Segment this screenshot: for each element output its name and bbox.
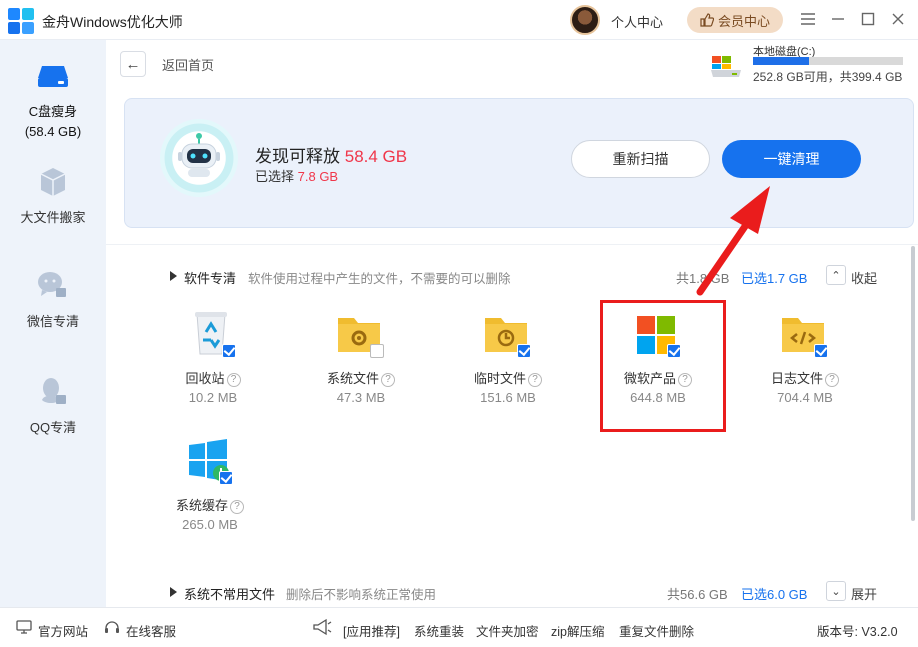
section-header-system-unused: 系统不常用文件 删除后不影响系统正常使用 共56.6 GB 已选6.0 GB ⌄… [170,581,890,603]
footer-link-zip[interactable]: zip解压缩 [551,621,604,640]
official-website-link[interactable]: 官方网站 [38,621,88,640]
vip-center-button[interactable]: 会员中心 [687,7,783,33]
sidebar-item-label: 大文件搬家 [20,210,86,225]
bottom-bar: 官方网站 在线客服 [应用推荐] 系统重装 文件夹加密 zip解压缩 重复文件删… [0,607,918,647]
sidebar-item-c-drive-slim[interactable]: C盘瘦身 (58.4 GB) [0,58,106,139]
selected-summary: 已选择 7.8 GB [255,166,338,185]
file-item-name: 回收站? [158,368,268,387]
robot-icon [160,119,238,197]
menu-icon[interactable] [798,9,818,29]
title-bar: 金舟Windows优化大师 个人中心 会员中心 [0,0,918,40]
section-desc: 软件使用过程中产生的文件，不需要的可以删除 [248,272,511,286]
triangle-right-icon[interactable] [170,587,177,597]
main-content: ← 返回首页 本地磁盘(C:) 252.8 GB可用，共399.4 GB 发现可… [106,40,918,607]
file-item-recycle-bin[interactable]: 回收站? 10.2 MB [158,310,268,420]
checkbox[interactable] [370,344,384,358]
checkbox[interactable] [814,344,828,358]
scrollbar[interactable] [911,246,915,521]
expand-label[interactable]: 展开 [851,584,877,603]
collapse-label[interactable]: 收起 [851,268,877,287]
version-label: 版本号: V3.2.0 [817,625,898,639]
box-icon [40,168,66,196]
avatar[interactable] [570,5,600,35]
selected-label: 已选择 [255,169,295,184]
user-center-link[interactable]: 个人中心 [611,12,663,31]
file-item-size: 265.0 MB [182,517,238,532]
headset-icon [105,621,119,633]
file-item-name: 临时文件? [453,368,563,387]
sidebar: C盘瘦身 (58.4 GB) 大文件搬家 微信专清 QQ专清 [0,40,106,607]
section-title: 软件专清 [184,271,237,286]
selected-size: 7.8 GB [297,169,339,184]
disk-info: 252.8 GB可用，共399.4 GB [753,70,903,84]
checkbox[interactable] [219,471,233,485]
maximize-icon[interactable] [858,9,878,29]
disk-usage-bar [753,57,903,65]
minimize-icon[interactable] [828,9,848,29]
arrow-left-icon: ← [125,55,141,73]
file-item-temp-files[interactable]: 临时文件? 151.6 MB [453,310,563,420]
chevron-up-icon[interactable]: ⌃ [826,265,846,285]
help-icon[interactable]: ? [528,373,542,387]
thumbs-up-icon [700,13,714,27]
section-total: 共56.6 GB [667,587,728,602]
disk-drive-icon [711,56,741,77]
back-home-link[interactable]: 返回首页 [162,55,214,74]
file-item-system-cache[interactable]: 系统缓存? 265.0 MB [155,437,265,547]
wechat-icon [38,272,66,297]
section-selected: 已选6.0 GB [741,587,808,602]
vip-center-label: 会员中心 [717,13,770,29]
triangle-right-icon[interactable] [170,271,177,281]
help-icon[interactable]: ? [381,373,395,387]
app-title: 金舟Windows优化大师 [42,14,183,30]
file-item-name: 日志文件? [750,368,860,387]
section-title: 系统不常用文件 [184,587,276,602]
checkbox[interactable] [517,344,531,358]
disk-usage-fill [753,57,809,65]
file-item-name: 系统缓存? [155,495,265,514]
back-button[interactable]: ← [120,51,146,77]
sidebar-item-large-file-move[interactable]: 大文件搬家 [0,164,106,226]
help-icon[interactable]: ? [230,500,244,514]
chevron-down-icon[interactable]: ⌄ [826,581,846,601]
checkbox[interactable] [222,344,236,358]
file-item-name: 系统文件? [306,368,416,387]
sidebar-item-qq-clean[interactable]: QQ专清 [0,374,106,436]
annotation-arrow-icon [696,186,770,296]
monitor-icon [16,620,32,634]
online-support-link[interactable]: 在线客服 [126,621,176,640]
sidebar-item-wechat-clean[interactable]: 微信专清 [0,268,106,330]
annotation-highlight-box [600,300,726,432]
file-item-size: 151.6 MB [480,390,536,405]
file-item-system-files[interactable]: 系统文件? 47.3 MB [306,310,416,420]
found-label: 发现可释放 [255,147,340,166]
file-item-size: 10.2 MB [188,390,238,405]
footer-link-system-reinstall[interactable]: 系统重装 [414,621,464,640]
file-item-size: 704.4 MB [777,390,833,405]
help-icon[interactable]: ? [226,373,241,387]
footer-link-folder-encrypt[interactable]: 文件夹加密 [476,621,539,640]
divider [106,244,918,245]
help-icon[interactable]: ? [825,373,839,387]
footer-link-duplicate-remove[interactable]: 重复文件删除 [619,621,694,640]
sidebar-item-label: QQ专清 [29,420,77,435]
qq-penguin-icon [42,378,66,404]
found-size: 58.4 GB [344,147,408,166]
found-summary: 发现可释放 58.4 GB [255,142,407,167]
sidebar-item-label: 微信专清 [26,314,79,329]
app-logo-icon [8,8,34,34]
close-icon[interactable] [888,9,908,29]
megaphone-icon [313,618,332,636]
section-desc: 删除后不影响系统正常使用 [286,588,437,602]
sidebar-item-label: C盘瘦身 [28,104,78,119]
app-recommend-label: [应用推荐] [343,625,400,639]
file-item-log-files[interactable]: 日志文件? 704.4 MB [750,310,860,420]
sidebar-item-sub: (58.4 GB) [24,124,82,139]
hard-drive-icon [38,66,68,87]
file-item-size: 47.3 MB [336,390,386,405]
